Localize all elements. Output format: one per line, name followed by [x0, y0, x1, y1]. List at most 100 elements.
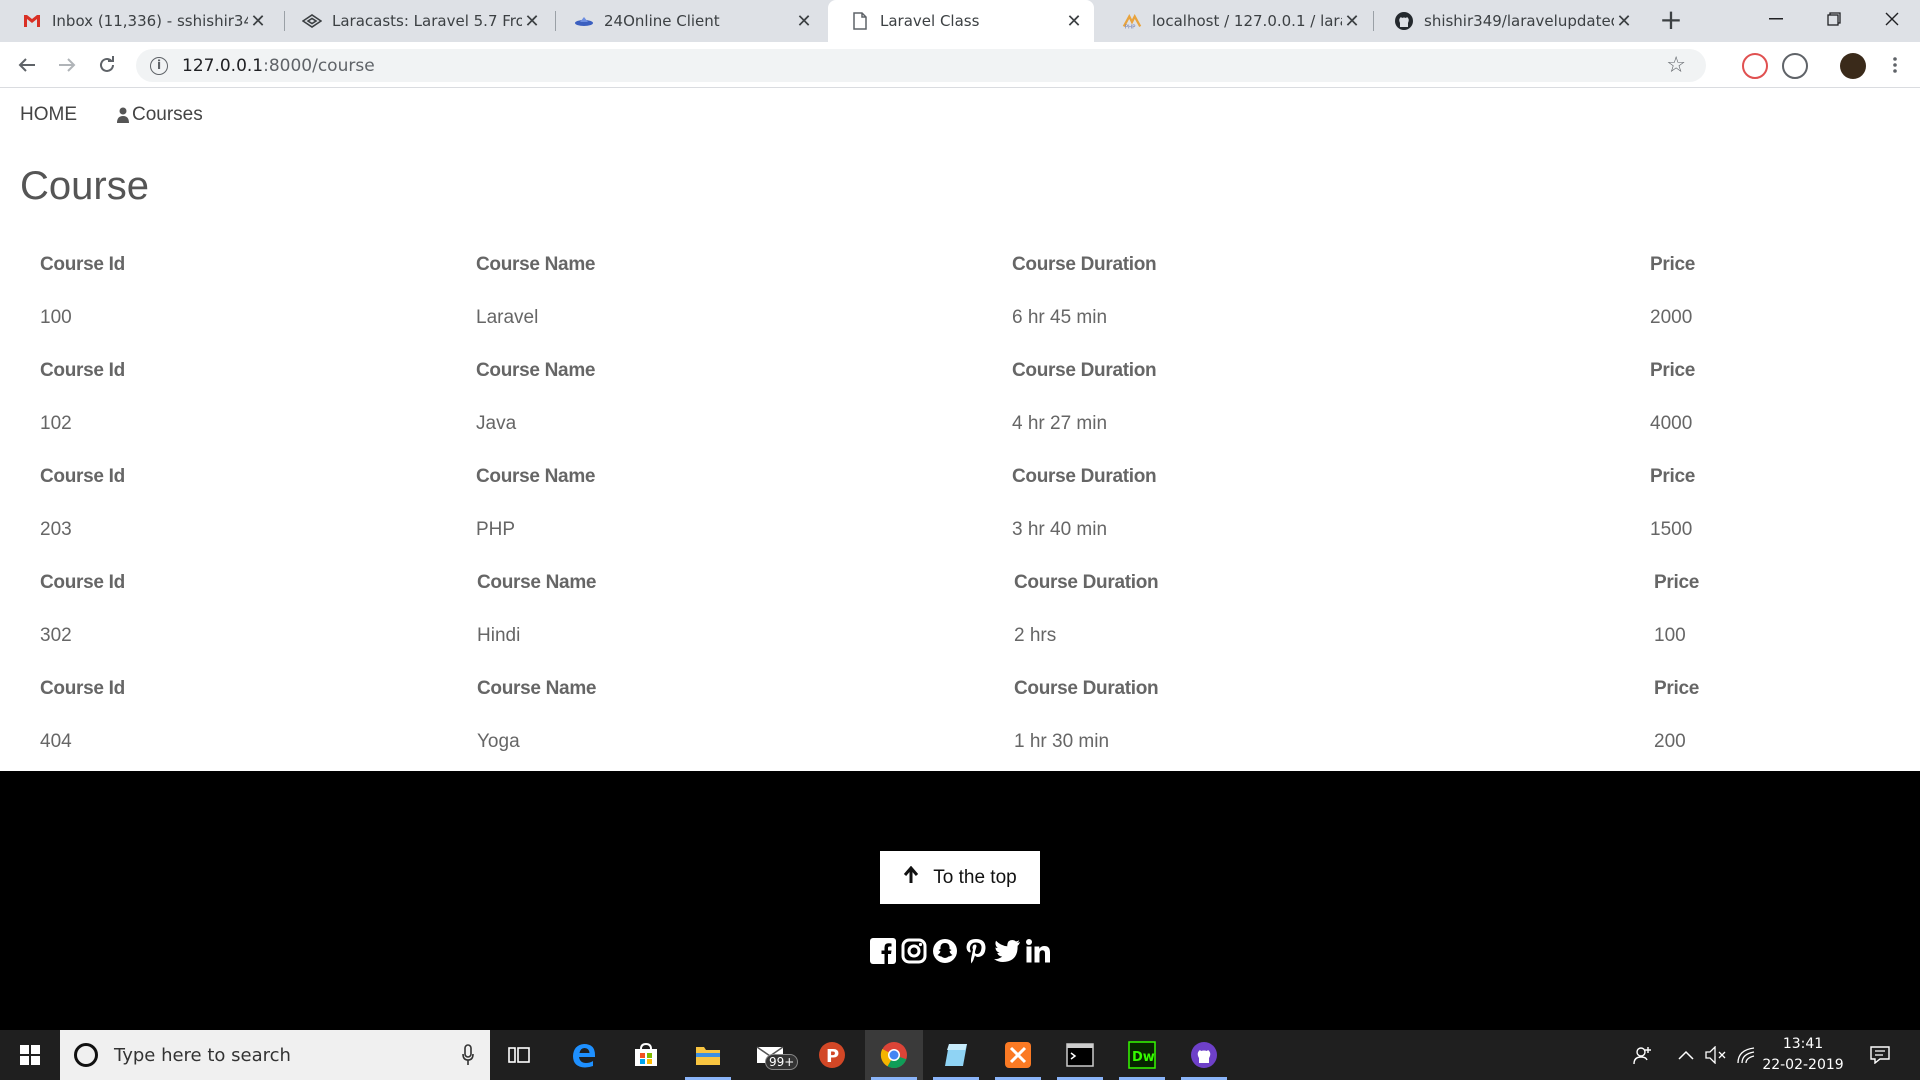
nav-home-link[interactable]: HOME	[20, 104, 77, 126]
table-cell: 100	[40, 307, 72, 328]
column-header: Course Name	[476, 466, 596, 487]
forward-button[interactable]	[52, 50, 82, 80]
table-cell: 404	[40, 731, 72, 752]
dreamweaver-icon[interactable]: Dw	[1113, 1030, 1171, 1080]
back-button[interactable]	[12, 50, 42, 80]
table-row: 404 Yoga 1 hr 30 min 200	[20, 717, 1900, 770]
tab-github[interactable]: shishir349/laravelupdated.git ✕	[1372, 0, 1644, 42]
extension-blocker-icon[interactable]	[1742, 53, 1768, 79]
24online-icon	[574, 11, 594, 31]
extension-icon[interactable]	[1782, 53, 1808, 79]
table-row: 100 Laravel 6 hr 45 min 2000	[20, 293, 1900, 346]
browser-toolbar: i 127.0.0.1:8000/course ☆	[0, 42, 1920, 88]
terminal-icon[interactable]	[1051, 1030, 1109, 1080]
site-nav: HOME Courses	[20, 104, 243, 126]
column-header: Price	[1650, 254, 1695, 275]
github-icon	[1394, 11, 1414, 31]
tab-phpmyadmin[interactable]: PHP localhost / 127.0.0.1 / lara_te ✕	[1100, 0, 1372, 42]
facebook-icon[interactable]	[868, 936, 898, 966]
wifi-icon[interactable]	[1732, 1030, 1760, 1080]
close-window-button[interactable]	[1864, 0, 1920, 38]
url-path: :8000/course	[263, 55, 375, 76]
powerpoint-icon[interactable]: P	[803, 1030, 861, 1080]
tab-title: localhost / 127.0.0.1 / lara_te	[1152, 12, 1342, 30]
store-icon[interactable]	[617, 1030, 675, 1080]
notepad-app-icon[interactable]	[927, 1030, 985, 1080]
table-row: 203 PHP 3 hr 40 min 1500	[20, 505, 1900, 558]
task-view-icon[interactable]	[490, 1030, 548, 1080]
browser-tab-strip: Inbox (11,336) - sshishir349@ ✕ Laracast…	[0, 0, 1920, 42]
nav-courses-link[interactable]: Courses	[117, 104, 203, 126]
column-header: Course Id	[40, 466, 125, 487]
linkedin-icon[interactable]	[1023, 936, 1053, 966]
notifications-icon[interactable]	[1862, 1030, 1898, 1080]
table-header-row: Course Id Course Name Course Duration Price	[20, 558, 1900, 611]
table-cell: 100	[1654, 625, 1686, 646]
close-icon[interactable]: ✕	[248, 11, 268, 32]
mail-icon[interactable]: 99+	[741, 1030, 799, 1080]
new-tab-button[interactable]: +	[1656, 6, 1686, 36]
site-info-icon[interactable]: i	[150, 56, 168, 75]
instagram-icon[interactable]	[899, 936, 929, 966]
page-icon	[850, 11, 870, 31]
table-cell: PHP	[476, 519, 516, 540]
restore-button[interactable]	[1806, 0, 1862, 38]
table-cell: Java	[476, 413, 517, 434]
arrow-up-icon	[903, 865, 919, 890]
close-icon[interactable]: ✕	[794, 11, 814, 32]
people-icon[interactable]	[1626, 1030, 1660, 1080]
minimize-button[interactable]	[1748, 0, 1804, 38]
reload-button[interactable]	[92, 50, 122, 80]
file-explorer-icon[interactable]	[679, 1030, 737, 1080]
table-cell: 3 hr 40 min	[1012, 519, 1108, 540]
profile-avatar[interactable]	[1840, 53, 1866, 79]
page-footer: To the top	[0, 771, 1920, 1030]
close-icon[interactable]: ✕	[1342, 11, 1362, 32]
snapchat-icon[interactable]	[930, 936, 960, 966]
close-icon[interactable]: ✕	[522, 11, 542, 32]
table-row: 102 Java 4 hr 27 min 4000	[20, 399, 1900, 452]
menu-icon[interactable]	[1880, 50, 1910, 80]
column-header: Course Name	[476, 360, 596, 381]
table-cell: 6 hr 45 min	[1012, 307, 1108, 328]
table-cell: 102	[40, 413, 72, 434]
github-desktop-icon[interactable]	[1175, 1030, 1233, 1080]
tab-laracasts[interactable]: Laracasts: Laravel 5.7 From Sc ✕	[280, 0, 552, 42]
gmail-icon	[22, 11, 42, 31]
to-top-button[interactable]: To the top	[880, 851, 1040, 904]
close-icon[interactable]: ✕	[1064, 11, 1084, 32]
svg-text:PHP: PHP	[1125, 24, 1136, 29]
chrome-icon[interactable]	[865, 1030, 923, 1080]
chevron-up-icon[interactable]	[1672, 1030, 1700, 1080]
svg-text:Dw: Dw	[1132, 1050, 1155, 1065]
windows-logo-icon	[20, 1045, 40, 1065]
pinterest-icon[interactable]	[961, 936, 991, 966]
tab-gmail[interactable]: Inbox (11,336) - sshishir349@ ✕	[0, 0, 278, 42]
column-header: Course Name	[477, 572, 597, 593]
table-header-row: Course Id Course Name Course Duration Price	[20, 452, 1900, 505]
microphone-icon[interactable]	[462, 1044, 474, 1066]
column-header: Course Duration	[1014, 572, 1159, 593]
volume-muted-icon[interactable]	[1700, 1030, 1732, 1080]
tab-24online[interactable]: 24Online Client ✕	[552, 0, 824, 42]
table-cell: 1 hr 30 min	[1014, 731, 1110, 752]
tab-title: Laracasts: Laravel 5.7 From Sc	[332, 12, 522, 30]
close-icon[interactable]: ✕	[1614, 11, 1634, 32]
column-header: Price	[1650, 466, 1695, 487]
tab-laravel-class[interactable]: Laravel Class ✕	[828, 0, 1094, 42]
taskbar-clock[interactable]: 13:41 22-02-2019	[1760, 1034, 1846, 1076]
address-bar[interactable]: i 127.0.0.1:8000/course ☆	[136, 49, 1706, 82]
column-header: Course Duration	[1012, 254, 1157, 275]
edge-browser-icon[interactable]	[555, 1030, 613, 1080]
column-header: Price	[1654, 678, 1699, 699]
twitter-icon[interactable]	[992, 936, 1022, 966]
windows-start-button[interactable]	[0, 1030, 60, 1080]
xampp-icon[interactable]	[989, 1030, 1047, 1080]
bookmark-star-icon[interactable]: ☆	[1666, 53, 1686, 78]
column-header: Course Id	[40, 360, 125, 381]
table-cell: Yoga	[477, 731, 520, 752]
cortana-icon	[74, 1043, 98, 1067]
taskbar-search-box[interactable]: Type here to search	[60, 1030, 490, 1080]
to-top-label: To the top	[933, 866, 1017, 888]
column-header: Price	[1654, 572, 1699, 593]
